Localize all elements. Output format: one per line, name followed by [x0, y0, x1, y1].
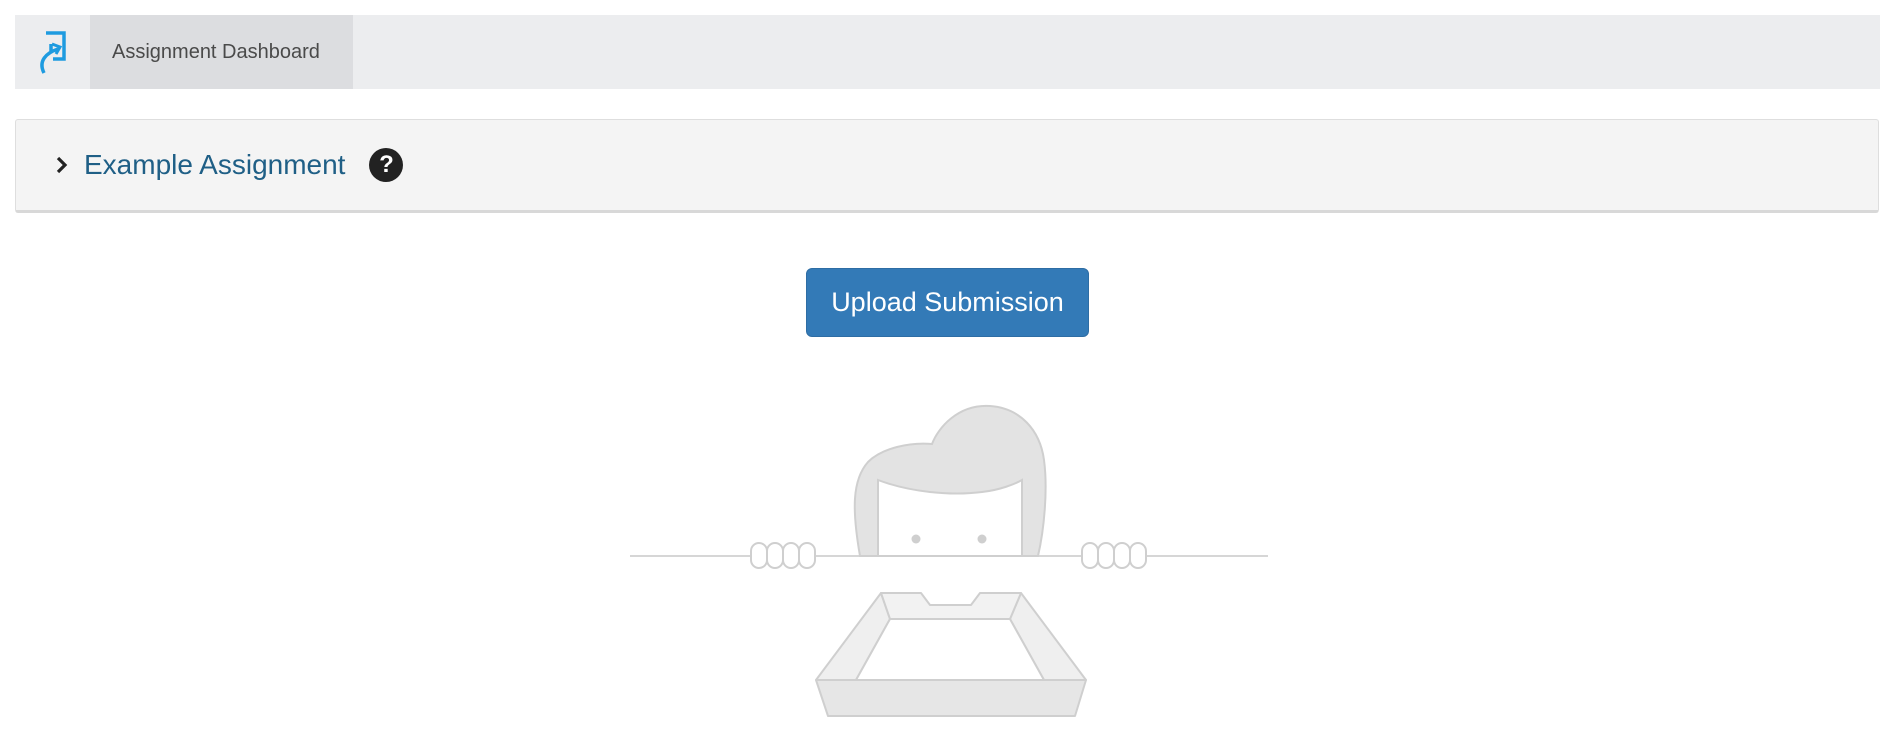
assignment-title-link[interactable]: Example Assignment [84, 149, 345, 181]
help-question-icon[interactable]: ? [369, 148, 404, 182]
empty-state-illustration [630, 404, 1268, 717]
return-arrow-logo-icon [39, 31, 66, 74]
assignment-panel: Example Assignment ? [15, 119, 1879, 213]
nav-tab-assignment-dashboard[interactable]: Assignment Dashboard [90, 15, 353, 89]
nav-tab-label: Assignment Dashboard [112, 40, 320, 63]
chevron-right-icon[interactable] [52, 155, 72, 175]
upload-submission-button[interactable]: Upload Submission [806, 268, 1089, 337]
app-logo[interactable] [15, 15, 90, 89]
top-navigation-bar: Assignment Dashboard [15, 15, 1880, 89]
